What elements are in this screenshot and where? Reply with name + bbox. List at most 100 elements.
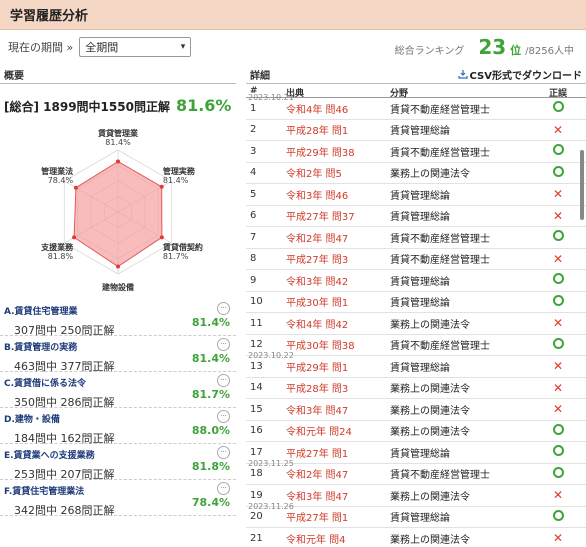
result-cell: ✕ bbox=[542, 252, 574, 266]
table-row[interactable]: 2023.10.21 1 令和4年 問46 賃貸不動産経営管理士 bbox=[246, 93, 586, 120]
table-row[interactable]: 12 平成30年 問38 賃貸不動産経営管理士 bbox=[246, 335, 586, 356]
csv-download-label: CSV形式でダウンロード bbox=[469, 71, 582, 82]
row-num: 5 bbox=[250, 188, 257, 200]
row-source-link[interactable]: 令和3年 問46 bbox=[286, 187, 390, 202]
row-source-link[interactable]: 平成30年 問1 bbox=[286, 294, 390, 309]
row-source-link[interactable]: 令和元年 問24 bbox=[286, 423, 390, 438]
row-num: 16 bbox=[250, 425, 263, 437]
more-icon[interactable]: ··· bbox=[217, 446, 230, 459]
row-source-link[interactable]: 令和2年 問47 bbox=[286, 230, 390, 245]
table-row[interactable]: 16 令和元年 問24 業務上の関連法令 bbox=[246, 421, 586, 442]
row-source-link[interactable]: 平成30年 問38 bbox=[286, 337, 390, 352]
row-field: 賃貸不動産経営管理士 bbox=[390, 470, 490, 482]
row-num: 13 bbox=[250, 360, 263, 372]
table-row[interactable]: 2 平成28年 問1 賃貸管理総論 ✕ bbox=[246, 120, 586, 141]
result-cell: ✕ bbox=[542, 359, 574, 373]
row-field: 業務上の関連法令 bbox=[390, 491, 470, 503]
row-num: 18 bbox=[250, 468, 263, 480]
row-field: 業務上の関連法令 bbox=[390, 427, 470, 439]
row-field: 賃貸管理総論 bbox=[390, 298, 450, 310]
category-item: C.賃貸借に係る法令 350問中 286問正解 81.7% ··· bbox=[0, 372, 236, 409]
radar-point bbox=[72, 235, 77, 240]
circle-icon bbox=[552, 144, 564, 156]
cross-icon: ✕ bbox=[552, 531, 564, 546]
more-icon[interactable]: ··· bbox=[217, 374, 230, 387]
table-row[interactable]: 2023.11.26 20 平成27年 問1 賃貸管理総論 bbox=[246, 502, 586, 528]
row-num: 6 bbox=[250, 210, 257, 222]
table-row[interactable]: 2023.10.22 13 平成29年 問1 賃貸管理総論 ✕ bbox=[246, 351, 586, 378]
col-result: 正誤 bbox=[548, 89, 567, 99]
table-row[interactable]: 9 令和3年 問42 賃貸管理総論 bbox=[246, 270, 586, 292]
table-row[interactable]: 14 平成28年 問3 業務上の関連法令 ✕ bbox=[246, 378, 586, 399]
row-num: 1 bbox=[250, 102, 257, 114]
row-num: 19 bbox=[250, 489, 263, 501]
result-cell bbox=[542, 445, 574, 459]
row-source-link[interactable]: 平成27年 問3 bbox=[286, 251, 390, 266]
table-row[interactable]: 2023.11.25 18 令和2年 問47 賃貸不動産経営管理士 bbox=[246, 459, 586, 485]
table-row[interactable]: 10 平成30年 問1 賃貸管理総論 bbox=[246, 292, 586, 313]
ranking-unit: 位 bbox=[510, 44, 522, 57]
result-cell bbox=[542, 165, 574, 180]
row-field: 賃貸不動産経営管理士 bbox=[390, 341, 490, 353]
radar-label: 管理業法 bbox=[41, 166, 73, 176]
table-row[interactable]: 11 令和4年 問42 業務上の関連法令 ✕ bbox=[246, 313, 586, 335]
row-source-link[interactable]: 令和4年 問46 bbox=[286, 101, 390, 116]
row-num: 20 bbox=[250, 511, 263, 523]
radar-point bbox=[116, 264, 120, 269]
row-source-link[interactable]: 平成28年 問1 bbox=[286, 122, 390, 137]
table-row[interactable]: 5 令和3年 問46 賃貸管理総論 ✕ bbox=[246, 184, 586, 206]
scrollbar-thumb[interactable] bbox=[580, 150, 584, 220]
row-field: 賃貸管理総論 bbox=[390, 276, 450, 288]
cross-icon: ✕ bbox=[552, 402, 564, 417]
table-row[interactable]: 6 平成27年 問37 賃貸管理総論 ✕ bbox=[246, 206, 586, 227]
table-row[interactable]: 17 平成27年 問1 賃貸管理総論 bbox=[246, 442, 586, 464]
row-source-link[interactable]: 令和3年 問47 bbox=[286, 488, 390, 503]
radar-value: 78.4% bbox=[48, 176, 74, 185]
category-percent: 81.4% bbox=[191, 352, 230, 365]
more-icon[interactable]: ··· bbox=[217, 410, 230, 423]
table-row[interactable]: 3 平成29年 問38 賃貸不動産経営管理士 bbox=[246, 141, 586, 163]
row-source-link[interactable]: 平成27年 問37 bbox=[286, 208, 390, 223]
circle-icon bbox=[552, 273, 564, 285]
table-row[interactable]: 4 令和2年 問5 業務上の関連法令 bbox=[246, 163, 586, 184]
row-source-link[interactable]: 平成29年 問1 bbox=[286, 359, 390, 374]
col-source: 出典 bbox=[286, 89, 305, 99]
more-icon[interactable]: ··· bbox=[217, 338, 230, 351]
chevron-down-icon: ▾ bbox=[180, 42, 186, 52]
category-percent: 81.8% bbox=[191, 460, 230, 473]
ranking-number: 23 bbox=[478, 35, 507, 59]
row-source-link[interactable]: 平成29年 問38 bbox=[286, 144, 390, 159]
radar-label: 管理実務 bbox=[163, 166, 196, 176]
row-source-link[interactable]: 令和元年 問4 bbox=[286, 531, 390, 546]
table-row[interactable]: 19 令和3年 問47 業務上の関連法令 ✕ bbox=[246, 485, 586, 507]
radar-value: 81.4% bbox=[105, 138, 131, 147]
row-num: 15 bbox=[250, 403, 263, 415]
row-source-link[interactable]: 令和4年 問42 bbox=[286, 316, 390, 331]
radar-point bbox=[116, 159, 120, 164]
table-row[interactable]: 7 令和2年 問47 賃貸不動産経営管理士 bbox=[246, 227, 586, 249]
detail-panel: 詳細 CSV形式でダウンロード # 出典 分野 正誤 2023.10.21 1 令和… bbox=[246, 66, 586, 547]
result-cell: ✕ bbox=[542, 381, 574, 395]
table-row[interactable]: 15 令和3年 問47 業務上の関連法令 ✕ bbox=[246, 399, 586, 421]
result-cell bbox=[542, 337, 574, 352]
circle-icon bbox=[552, 165, 564, 177]
more-icon[interactable]: ··· bbox=[217, 302, 230, 315]
result-cell: ✕ bbox=[542, 209, 574, 223]
row-source-link[interactable]: 平成27年 問1 bbox=[286, 445, 390, 460]
row-source-link[interactable]: 令和2年 問47 bbox=[286, 466, 390, 481]
row-source-link[interactable]: 令和2年 問5 bbox=[286, 165, 390, 180]
period-select[interactable]: 全期間 ▾ bbox=[79, 37, 192, 57]
row-source-link[interactable]: 令和3年 問42 bbox=[286, 273, 390, 288]
circle-icon bbox=[552, 230, 564, 242]
row-field: 賃貸管理総論 bbox=[390, 513, 450, 525]
row-field: 賃貸管理総論 bbox=[390, 212, 450, 224]
more-icon[interactable]: ··· bbox=[217, 482, 230, 495]
row-date: 2023.10.21 bbox=[248, 93, 294, 102]
row-source-link[interactable]: 平成27年 問1 bbox=[286, 509, 390, 524]
table-row[interactable]: 8 平成27年 問3 賃貸不動産経営管理士 ✕ bbox=[246, 249, 586, 270]
period-label: 現在の期間 » bbox=[8, 41, 74, 54]
row-source-link[interactable]: 平成28年 問3 bbox=[286, 380, 390, 395]
table-row[interactable]: 21 令和元年 問4 業務上の関連法令 ✕ bbox=[246, 528, 586, 547]
row-source-link[interactable]: 令和3年 問47 bbox=[286, 402, 390, 417]
csv-download-link[interactable]: CSV形式でダウンロード bbox=[457, 67, 582, 82]
